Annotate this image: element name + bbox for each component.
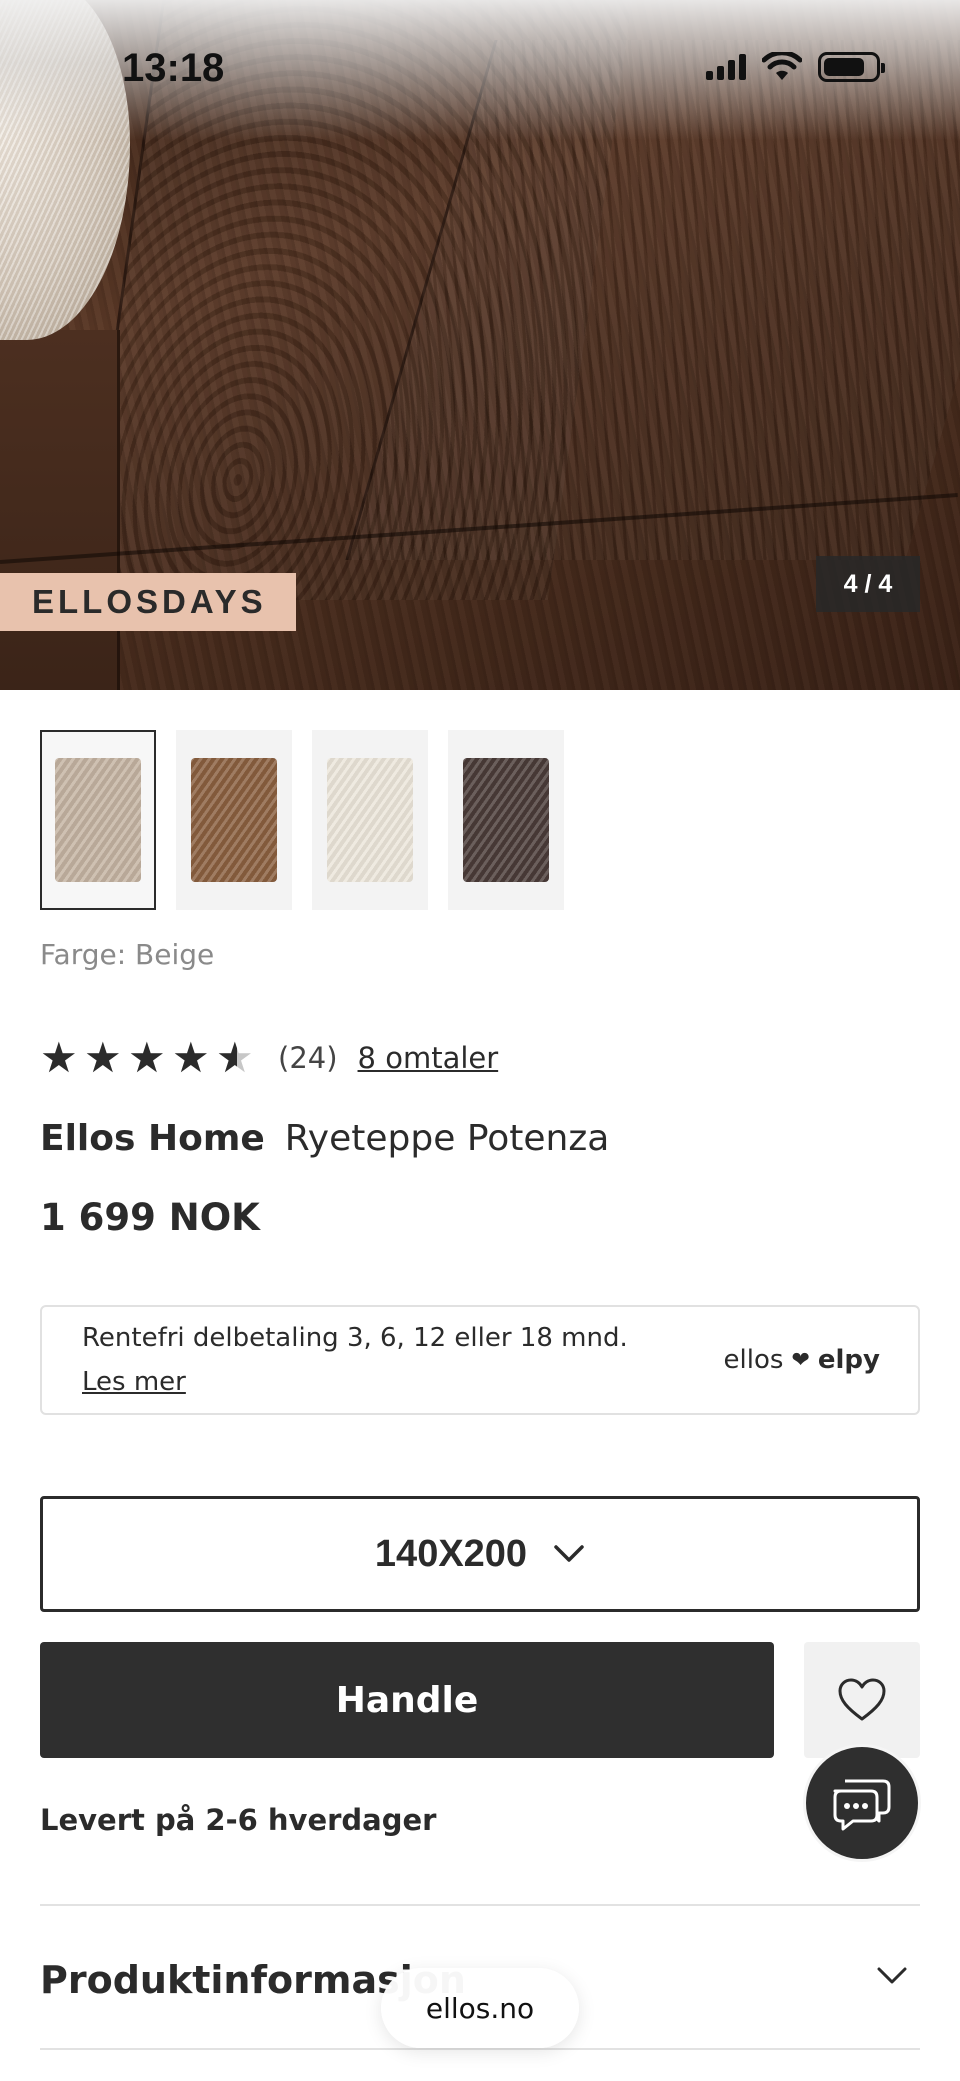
size-select[interactable]: 140X200 (40, 1496, 920, 1612)
thumbnail-dark-brown[interactable] (448, 730, 564, 910)
chevron-down-icon (877, 1967, 907, 1984)
chevron-down-icon (554, 1545, 584, 1562)
status-time: 13:18 (122, 46, 225, 90)
star-rating: ★ ★ ★ ★ ★ ★ ★ ★ ★ ★ (40, 1035, 258, 1081)
brand-name[interactable]: Ellos Home (40, 1118, 265, 1159)
image-counter: 4 / 4 (816, 556, 920, 612)
rug-swatch (55, 758, 141, 882)
logo-ellos: ellos (723, 1345, 784, 1375)
browser-url-pill[interactable]: ellos.no (381, 1968, 579, 2048)
color-label: Farge: Beige (40, 938, 215, 971)
favorite-button[interactable] (804, 1642, 920, 1758)
financing-text: Rentefri delbetaling 3, 6, 12 eller 18 m… (82, 1323, 628, 1353)
price: 1 699 NOK (40, 1196, 260, 1239)
financing-box: Rentefri delbetaling 3, 6, 12 eller 18 m… (40, 1305, 920, 1415)
rug-swatch (191, 758, 277, 882)
buy-button[interactable]: Handle (40, 1642, 774, 1758)
signal-icon (706, 54, 746, 80)
star-icon: ★ ★ (172, 1033, 210, 1082)
wifi-icon (762, 52, 802, 80)
thumbnail-brown[interactable] (176, 730, 292, 910)
thumbnail-white[interactable] (312, 730, 428, 910)
rating: ★ ★ ★ ★ ★ ★ ★ ★ ★ ★ (24) 8 omtaler (40, 1035, 498, 1081)
product-name: Ryeteppe Potenza (284, 1118, 610, 1159)
status-icons (706, 52, 885, 82)
divider (40, 2048, 920, 2050)
product-title: Ellos Home Ryeteppe Potenza (40, 1118, 609, 1159)
thumbnail-beige[interactable] (40, 730, 156, 910)
chat-icon (833, 1779, 891, 1831)
chat-button[interactable] (803, 1744, 921, 1862)
star-icon: ★ ★ (40, 1033, 78, 1082)
delivery-info: Levert på 2-6 hverdager (40, 1803, 437, 1837)
ellos-elpy-logo: ellos ❤ elpy (724, 1345, 880, 1375)
rug-swatch (327, 758, 413, 882)
heart-logo-icon: ❤ (791, 1347, 810, 1373)
size-value: 140X200 (374, 1532, 528, 1575)
logo-elpy: elpy (817, 1345, 880, 1375)
star-icon: ★ ★ (216, 1033, 254, 1082)
color-thumbnails (40, 730, 564, 910)
battery-icon (818, 52, 885, 82)
star-icon: ★ ★ (128, 1033, 166, 1082)
floor-plank (0, 330, 120, 690)
star-icon: ★ ★ (84, 1033, 122, 1082)
promo-badge: ELLOSDAYS (0, 573, 296, 631)
rug-swatch (463, 758, 549, 882)
heart-icon (838, 1678, 886, 1721)
rating-count: (24) (278, 1041, 338, 1075)
reviews-link[interactable]: 8 omtaler (358, 1041, 499, 1075)
read-more-link[interactable]: Les mer (82, 1367, 186, 1397)
